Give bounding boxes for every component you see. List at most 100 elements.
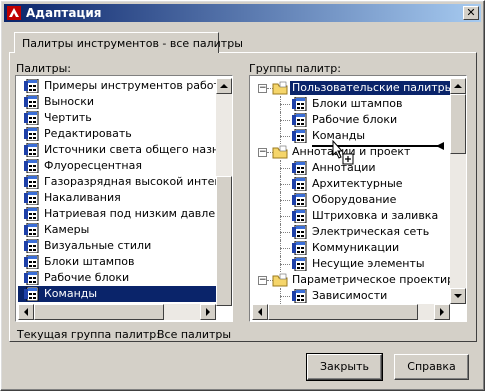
tree-palette-node[interactable]: Оборудование <box>252 192 450 208</box>
tree-vscrollbar[interactable] <box>450 78 466 304</box>
palette-item-label: Камеры <box>44 223 90 236</box>
palette-item-label: Рабочие блоки <box>44 271 130 284</box>
tree-node-label: Архитектурные <box>312 177 403 190</box>
palette-list-item[interactable]: Редактировать <box>18 126 216 142</box>
window-title: Адаптация <box>26 6 102 20</box>
palette-icon <box>24 158 40 174</box>
help-button[interactable]: Справка <box>394 354 469 380</box>
tree-connector <box>280 168 290 169</box>
tree-connector <box>280 248 290 249</box>
palette-list-item[interactable]: Визуальные стили <box>18 238 216 254</box>
scroll-thumb[interactable] <box>216 176 232 306</box>
palette-icon <box>24 238 40 254</box>
current-group-label: Текущая группа палитр: <box>17 328 160 341</box>
tree-connector <box>280 216 290 217</box>
drag-copy-cursor-icon <box>332 140 354 165</box>
collapse-toggle-icon[interactable]: − <box>258 84 267 93</box>
tree-hscrollbar[interactable] <box>252 304 450 320</box>
palette-item-label: Флуоресцентная <box>44 159 142 172</box>
palette-groups-tree[interactable]: − Пользовательские палитры Блоки штампов Ра… <box>249 75 467 322</box>
palette-list-item[interactable]: Рабочие блоки <box>18 270 216 286</box>
palette-icon <box>24 110 40 126</box>
tree-node-label: Параметрическое проектирова <box>292 273 467 286</box>
scroll-up-button[interactable] <box>216 78 232 94</box>
tree-palette-node[interactable]: Электрическая сеть <box>252 224 450 240</box>
palette-list-item[interactable]: Натриевая под низким давлением <box>18 206 232 222</box>
palette-icon <box>292 208 308 224</box>
tree-palette-node[interactable]: Штриховка и заливка <box>252 208 450 224</box>
tree-scroll-thumb[interactable] <box>450 94 466 154</box>
tree-connector <box>280 200 290 201</box>
palettes-hscrollbar[interactable] <box>18 304 216 320</box>
palette-list-item[interactable]: Флуоресцентная <box>18 158 216 174</box>
palette-list-item[interactable]: Выноски <box>18 94 216 110</box>
palette-icon <box>292 176 308 192</box>
palette-item-label: Примеры инструментов работы с <box>44 79 233 92</box>
palette-list-item[interactable]: Камеры <box>18 222 216 238</box>
hscroll-thumb[interactable] <box>34 304 164 320</box>
tree-group-node[interactable]: − Пользовательские палитры <box>252 80 456 96</box>
palettes-vscrollbar[interactable] <box>216 78 232 306</box>
tree-connector <box>280 264 290 265</box>
palette-icon <box>292 192 308 208</box>
tree-scroll-up-button[interactable] <box>450 78 466 94</box>
tree-scroll-left-button[interactable] <box>252 304 268 320</box>
palette-list-item[interactable]: Блоки штампов <box>18 254 216 270</box>
tree-group-node[interactable]: − Параметрическое проектирова <box>252 272 466 288</box>
tree-node-label: Несущие элементы <box>312 257 425 270</box>
palettes-label: Палитры: <box>16 62 71 75</box>
palette-icon <box>24 222 40 238</box>
tree-node-label: Зависимости <box>312 289 388 302</box>
palette-icon <box>292 240 308 256</box>
scroll-left-button[interactable] <box>18 304 34 320</box>
chevron-left-icon <box>24 308 28 316</box>
collapse-toggle-icon[interactable]: − <box>258 276 267 285</box>
palette-item-label: Команды <box>44 287 98 300</box>
tree-scroll-down-button[interactable] <box>450 288 466 304</box>
palette-icon <box>24 206 40 222</box>
chevron-up-icon <box>220 84 228 88</box>
folder-icon <box>272 273 288 287</box>
palette-list-item[interactable]: Чертить <box>18 110 216 126</box>
palette-list-item[interactable]: Команды <box>18 286 216 302</box>
palette-list-item[interactable]: Примеры инструментов работы с <box>18 78 232 94</box>
groups-label: Группы палитр: <box>249 62 341 75</box>
palette-item-label: Газоразрядная высокой интенсив <box>44 175 233 188</box>
palette-list-item[interactable]: Накаливания <box>18 190 216 206</box>
collapse-toggle-icon[interactable]: − <box>258 148 267 157</box>
palette-icon <box>24 286 40 302</box>
chevron-right-icon <box>206 308 210 316</box>
palette-item-label: Редактировать <box>44 127 132 140</box>
tree-connector <box>280 136 290 137</box>
folder-icon <box>272 81 288 95</box>
tree-hscroll-thumb[interactable] <box>268 304 418 320</box>
tree-palette-node[interactable]: Рабочие блоки <box>252 112 450 128</box>
close-button[interactable]: Закрыть <box>306 353 383 381</box>
palette-icon <box>292 128 308 144</box>
palette-list-item[interactable]: Газоразрядная высокой интенсив <box>18 174 232 190</box>
tree-connector <box>280 184 290 185</box>
tree-node-label: Штриховка и заливка <box>312 209 439 222</box>
palette-icon <box>24 190 40 206</box>
chevron-down-icon <box>454 294 462 298</box>
tab-all-palettes[interactable]: Палитры инструментов - все палитры <box>14 32 243 53</box>
palette-icon <box>24 174 40 190</box>
tree-palette-node[interactable]: Блоки штампов <box>252 96 450 112</box>
close-window-button[interactable]: ✕ <box>463 6 479 20</box>
folder-icon <box>272 145 288 159</box>
tree-palette-node[interactable]: Архитектурные <box>252 176 450 192</box>
palette-icon <box>292 288 308 304</box>
tree-palette-node[interactable]: Несущие элементы <box>252 256 450 272</box>
tree-palette-node[interactable]: Коммуникации <box>252 240 450 256</box>
palette-icon <box>292 160 308 176</box>
app-icon <box>7 6 21 20</box>
tree-scroll-right-button[interactable] <box>434 304 450 320</box>
palette-item-label: Блоки штампов <box>44 255 135 268</box>
palette-icon <box>292 96 308 112</box>
palette-item-label: Накаливания <box>44 191 121 204</box>
palette-list-item[interactable]: Источники света общего назначен <box>18 142 232 158</box>
tree-node-label: Пользовательские палитры <box>290 81 456 95</box>
scroll-right-button[interactable] <box>200 304 216 320</box>
palettes-list[interactable]: Примеры инструментов работы с Выноски Черт… <box>15 75 233 322</box>
tree-palette-node[interactable]: Зависимости <box>252 288 450 304</box>
